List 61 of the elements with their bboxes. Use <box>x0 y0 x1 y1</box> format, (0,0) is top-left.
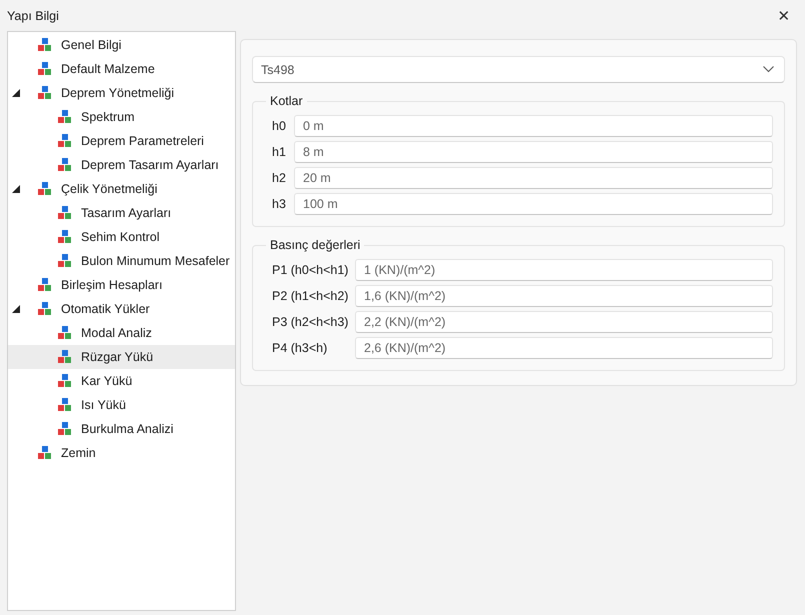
blocks-icon <box>57 205 73 221</box>
field-label: h0 <box>272 119 287 133</box>
blocks-icon <box>57 373 73 389</box>
input-field[interactable]: 100 m <box>294 193 773 215</box>
blocks-icon <box>57 349 73 365</box>
tree-item[interactable]: Birleşim Hesapları <box>8 273 235 297</box>
tree-item[interactable]: Otomatik Yükler <box>8 297 235 321</box>
tree-item[interactable]: Tasarım Ayarları <box>8 201 235 225</box>
expand-arrow-icon[interactable] <box>12 89 20 97</box>
tree-item[interactable]: Deprem Tasarım Ayarları <box>8 153 235 177</box>
blocks-icon <box>37 301 53 317</box>
blocks-icon <box>37 445 53 461</box>
group-title: Basınç değerleri <box>269 238 362 252</box>
window-title: Yapı Bilgi <box>7 8 59 22</box>
blocks-icon <box>57 325 73 341</box>
tree-item[interactable]: Zemin <box>8 441 235 465</box>
tree-item[interactable]: Burkulma Analizi <box>8 417 235 441</box>
tree-item[interactable]: Bulon Minumum Mesafeler <box>8 249 235 273</box>
tree-item[interactable]: Spektrum <box>8 105 235 129</box>
blocks-icon <box>37 61 53 77</box>
blocks-icon <box>37 181 53 197</box>
tree-item[interactable]: Isı Yükü <box>8 393 235 417</box>
input-field[interactable]: 2,2 (KN)/(m^2) <box>355 311 773 333</box>
tree-item[interactable]: Deprem Yönetmeliği <box>8 81 235 105</box>
input-field[interactable]: 8 m <box>294 141 773 163</box>
expand-arrow-icon[interactable] <box>12 185 20 193</box>
tree-item[interactable]: Deprem Parametreleri <box>8 129 235 153</box>
tree-item[interactable]: Rüzgar Yükü <box>8 345 235 369</box>
field-label: P4 (h3<h) <box>272 341 328 355</box>
field-label: h2 <box>272 171 287 185</box>
tree-item[interactable]: Kar Yükü <box>8 369 235 393</box>
tree-item[interactable]: Çelik Yönetmeliği <box>8 177 235 201</box>
field-label: P2 (h1<h<h2) <box>272 289 350 303</box>
field-label: P1 (h0<h<h1) <box>272 263 350 277</box>
tree-item[interactable]: Sehim Kontrol <box>8 225 235 249</box>
input-field[interactable]: 2,6 (KN)/(m^2) <box>355 337 773 359</box>
tree-item[interactable]: Modal Analiz <box>8 321 235 345</box>
input-field[interactable]: 1,6 (KN)/(m^2) <box>355 285 773 307</box>
blocks-icon <box>57 253 73 269</box>
blocks-icon <box>37 277 53 293</box>
blocks-icon <box>37 85 53 101</box>
input-field[interactable]: 1 (KN)/(m^2) <box>355 259 773 281</box>
field-label: h3 <box>272 197 287 211</box>
tree-item[interactable]: Default Malzeme <box>8 57 235 81</box>
chevron-down-icon <box>763 66 774 73</box>
blocks-icon <box>57 421 73 437</box>
tree-item[interactable]: Genel Bilgi <box>8 33 235 57</box>
blocks-icon <box>57 157 73 173</box>
field-label: h1 <box>272 145 287 159</box>
expand-arrow-icon[interactable] <box>12 305 20 313</box>
standard-dropdown[interactable]: Ts498 <box>252 56 785 83</box>
blocks-icon <box>57 229 73 245</box>
blocks-icon <box>57 397 73 413</box>
input-field[interactable]: 0 m <box>294 115 773 137</box>
blocks-icon <box>57 109 73 125</box>
blocks-icon <box>37 37 53 53</box>
group-title: Kotlar <box>269 94 304 108</box>
blocks-icon <box>57 133 73 149</box>
field-label: P3 (h2<h<h3) <box>272 315 350 329</box>
input-field[interactable]: 20 m <box>294 167 773 189</box>
close-button[interactable]: ✕ <box>769 2 799 30</box>
